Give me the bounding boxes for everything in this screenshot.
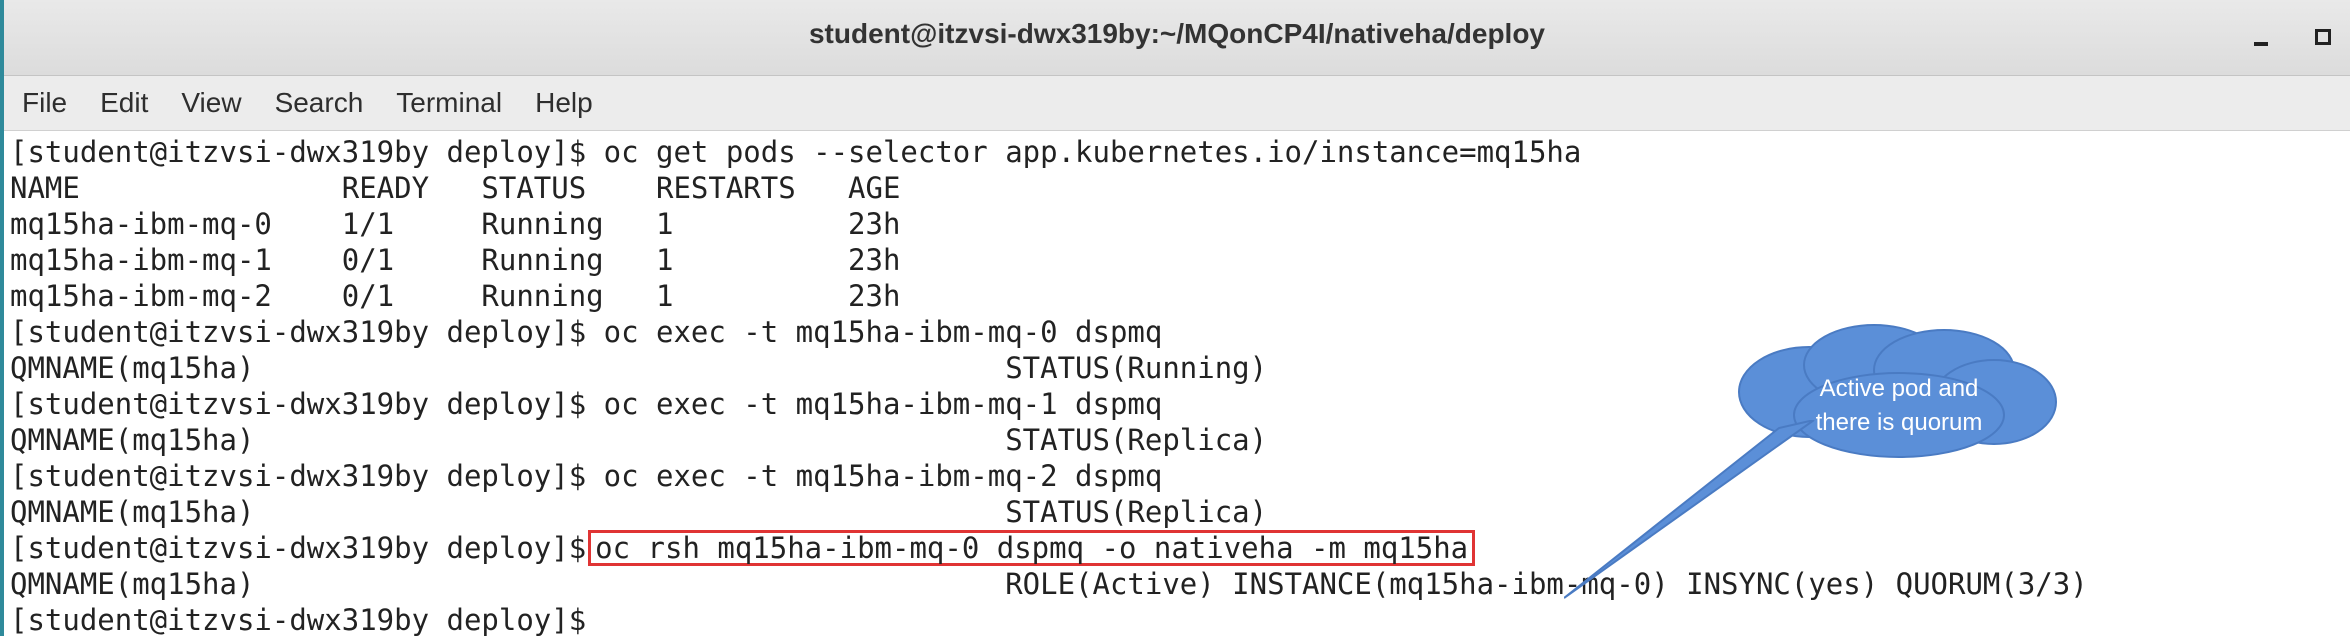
minimize-button[interactable]: [2244, 20, 2278, 54]
highlighted-command: oc rsh mq15ha-ibm-mq-0 dspmq -o nativeha…: [588, 530, 1476, 566]
terminal-line: NAME READY STATUS RESTARTS AGE: [10, 171, 901, 205]
callout-text: Active pod and there is quorum: [1769, 372, 2029, 440]
terminal-line: [student@itzvsi-dwx319by deploy]$ oc get…: [10, 135, 1582, 169]
terminal-line: [student@itzvsi-dwx319by deploy]$ oc exe…: [10, 459, 1163, 493]
terminal-line: QMNAME(mq15ha) STATUS(Replica): [10, 495, 1268, 529]
callout-line-1: Active pod and: [1819, 375, 1979, 402]
terminal-line: mq15ha-ibm-mq-0 1/1 Running 1 23h: [10, 207, 901, 241]
terminal-line: mq15ha-ibm-mq-1 0/1 Running 1 23h: [10, 243, 901, 277]
terminal-line: [student@itzvsi-dwx319by deploy]$ oc exe…: [10, 387, 1163, 421]
terminal-line: QMNAME(mq15ha) STATUS(Running): [10, 351, 1268, 385]
window-title: student@itzvsi-dwx319by:~/MQonCP4I/nativ…: [808, 18, 1545, 49]
title-bar[interactable]: student@itzvsi-dwx319by:~/MQonCP4I/nativ…: [4, 0, 2350, 76]
maximize-button[interactable]: [2306, 20, 2340, 54]
menu-file[interactable]: File: [22, 87, 67, 119]
terminal-line: mq15ha-ibm-mq-2 0/1 Running 1 23h: [10, 279, 901, 313]
terminal-line: [student@itzvsi-dwx319by deploy]$ oc exe…: [10, 315, 1163, 349]
prompt: [student@itzvsi-dwx319by deploy]$: [10, 531, 587, 565]
terminal-line: QMNAME(mq15ha) STATUS(Replica): [10, 423, 1268, 457]
terminal-window: student@itzvsi-dwx319by:~/MQonCP4I/nativ…: [0, 0, 2350, 636]
callout-pointer: [1564, 420, 1815, 599]
terminal-line-highlighted: [student@itzvsi-dwx319by deploy]$ oc rsh …: [10, 530, 1476, 566]
menu-help[interactable]: Help: [535, 87, 593, 119]
callout-line-2: there is quorum: [1815, 409, 1983, 436]
menu-bar: File Edit View Search Terminal Help: [4, 76, 2350, 131]
menu-search[interactable]: Search: [275, 87, 364, 119]
menu-view[interactable]: View: [181, 87, 241, 119]
menu-terminal[interactable]: Terminal: [396, 87, 502, 119]
menu-edit[interactable]: Edit: [100, 87, 148, 119]
current-prompt: [student@itzvsi-dwx319by deploy]$: [10, 603, 587, 636]
